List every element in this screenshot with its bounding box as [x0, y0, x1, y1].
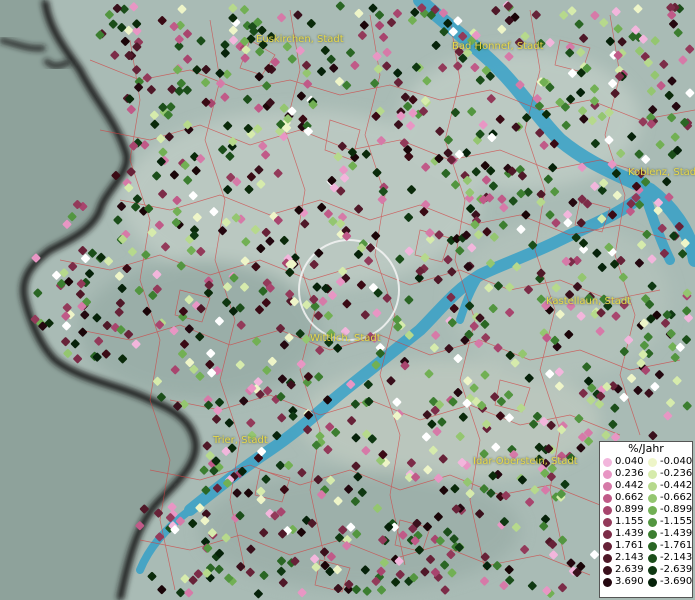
legend-entry-negative: -0.236: [645, 468, 692, 480]
legend-value: 0.899: [615, 504, 644, 515]
legend-value: -2.639: [660, 564, 693, 575]
legend-rows: 0.040 -0.040 0.236 -0.236 0.442 -0.442 0.662 -0…: [600, 456, 692, 588]
legend-entry-negative: -2.639: [645, 564, 692, 576]
legend-value: -3.690: [660, 576, 693, 587]
legend-row: 0.040 -0.040: [600, 456, 692, 468]
legend-entry-positive: 1.155: [600, 516, 645, 528]
legend-entry-negative: -0.040: [645, 456, 692, 468]
legend-entry-positive: 3.690: [600, 576, 645, 588]
legend-row: 2.639 -2.639: [600, 564, 692, 576]
legend-swatch-icon: [648, 553, 657, 563]
legend-entry-negative: -1.761: [645, 540, 692, 552]
legend-entry-negative: -0.662: [645, 492, 692, 504]
legend-entry-negative: -1.155: [645, 516, 692, 528]
legend-swatch-icon: [648, 541, 657, 551]
legend-swatch-icon: [603, 493, 612, 503]
legend-entry-positive: 0.040: [600, 456, 645, 468]
legend-value: -0.662: [660, 492, 693, 503]
legend-row: 0.442 -0.442: [600, 480, 692, 492]
legend-swatch-icon: [648, 493, 657, 503]
legend-entry-positive: 0.662: [600, 492, 645, 504]
legend-row: 1.439 -1.439: [600, 528, 692, 540]
legend-swatch-icon: [603, 553, 612, 563]
legend-value: -2.143: [660, 552, 693, 563]
legend-swatch-icon: [648, 529, 657, 539]
legend-value: 0.236: [615, 468, 644, 479]
map-legend: %/Jahr 0.040 -0.040 0.236 -0.236 0.442 -0.442…: [599, 441, 693, 598]
legend-entry-negative: -2.143: [645, 552, 692, 564]
legend-value: -1.761: [660, 540, 693, 551]
legend-swatch-icon: [648, 517, 657, 527]
legend-swatch-icon: [603, 541, 612, 551]
legend-swatch-icon: [603, 565, 612, 575]
legend-value: 0.662: [615, 492, 644, 503]
city-label-bad-honnef: Bad Honnef, Stadt: [452, 41, 544, 52]
map-canvas[interactable]: Euskirchen, Stadt Bad Honnef, Stadt Kobl…: [0, 0, 695, 600]
legend-value: 0.442: [615, 480, 644, 491]
legend-row: 0.236 -0.236: [600, 468, 692, 480]
legend-swatch-icon: [603, 457, 612, 467]
legend-value: -1.439: [660, 528, 693, 539]
legend-value: -1.155: [660, 516, 693, 527]
legend-row: 0.662 -0.662: [600, 492, 692, 504]
legend-value: 1.155: [615, 516, 644, 527]
legend-value: 1.761: [615, 540, 644, 551]
legend-value: 0.040: [615, 456, 644, 467]
legend-value: -0.442: [660, 480, 693, 491]
legend-row: 1.155 -1.155: [600, 516, 692, 528]
legend-value: 1.439: [615, 528, 644, 539]
legend-swatch-icon: [603, 505, 612, 515]
legend-row: 0.899 -0.899: [600, 504, 692, 516]
legend-entry-positive: 0.899: [600, 504, 645, 516]
legend-swatch-icon: [648, 565, 657, 575]
city-label-trier: Trier, Stadt: [213, 435, 268, 446]
legend-swatch-icon: [603, 481, 612, 491]
legend-swatch-icon: [648, 469, 657, 479]
legend-swatch-icon: [648, 505, 657, 515]
city-label-koblenz: Koblenz, Stadt: [628, 167, 695, 178]
legend-entry-positive: 1.761: [600, 540, 645, 552]
city-label-wittlich: Wittlich, Stadt: [310, 333, 381, 344]
legend-value: 2.143: [615, 552, 644, 563]
legend-row: 3.690 -3.690: [600, 576, 692, 588]
legend-row: 1.761 -1.761: [600, 540, 692, 552]
city-label-euskirchen: Euskirchen, Stadt: [256, 34, 344, 45]
legend-swatch-icon: [603, 529, 612, 539]
legend-swatch-icon: [603, 577, 612, 587]
legend-value: -0.236: [660, 468, 693, 479]
city-label-kastellaun: Kastellaun, Stadt: [546, 296, 632, 307]
legend-entry-negative: -1.439: [645, 528, 692, 540]
legend-entry-positive: 2.143: [600, 552, 645, 564]
legend-entry-negative: -3.690: [645, 576, 692, 588]
legend-entry-negative: -0.442: [645, 480, 692, 492]
city-label-idar-oberstein: Idar-Oberstein, Stadt: [473, 456, 578, 467]
legend-entry-positive: 1.439: [600, 528, 645, 540]
legend-entry-positive: 0.442: [600, 480, 645, 492]
legend-value: -0.040: [660, 456, 693, 467]
legend-value: 3.690: [615, 576, 644, 587]
legend-swatch-icon: [603, 469, 612, 479]
legend-entry-positive: 0.236: [600, 468, 645, 480]
legend-title: %/Jahr: [628, 442, 664, 455]
legend-swatch-icon: [648, 577, 657, 587]
legend-swatch-icon: [648, 481, 657, 491]
legend-swatch-icon: [603, 517, 612, 527]
legend-entry-negative: -0.899: [645, 504, 692, 516]
legend-swatch-icon: [648, 457, 657, 467]
legend-value: 2.639: [615, 564, 644, 575]
legend-value: -0.899: [660, 504, 693, 515]
legend-entry-positive: 2.639: [600, 564, 645, 576]
legend-row: 2.143 -2.143: [600, 552, 692, 564]
